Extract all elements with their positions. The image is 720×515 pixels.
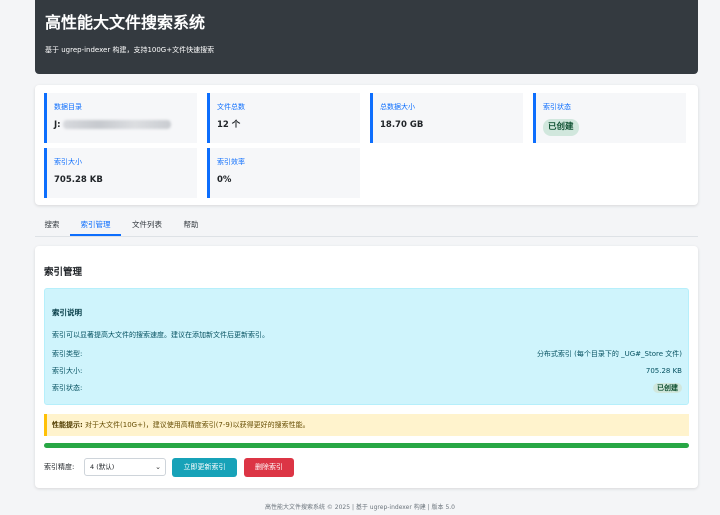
stat-value: J: (54, 119, 171, 131)
stat-label: 总数据大小 (380, 103, 415, 111)
tip-label: 性能提示: (52, 421, 83, 429)
chevron-down-icon: ⌄ (155, 463, 161, 471)
info-row-value: 分布式索引 (每个目录下的 _UG#_Store 文件) (536, 350, 682, 358)
performance-tip: 性能提示: 对于大文件(10G+)，建议使用高精度索引(7-9)以获得更好的搜索… (44, 414, 689, 436)
stats-card: 数据目录 J: 文件总数 12 个 总数据大小 18.70 GB 索引状态 已创… (35, 85, 698, 205)
stat-index-status: 索引状态 已创建 (533, 93, 686, 143)
info-row-label: 索引类型: (52, 350, 83, 358)
stat-label: 文件总数 (217, 103, 245, 111)
info-row-label: 索引大小: (52, 367, 83, 375)
precision-select[interactable]: 4 (默认) ⌄ (84, 458, 166, 476)
stat-label: 数据目录 (54, 103, 82, 111)
stat-value: 12 个 (217, 120, 241, 130)
tip-text: 对于大文件(10G+)，建议使用高精度索引(7-9)以获得更好的搜索性能。 (82, 421, 310, 429)
index-management-panel: 索引管理 索引说明 索引可以显著提高大文件的搜索速度。建议在添加新文件后更新索引… (35, 246, 698, 488)
page-title: 高性能大文件搜索系统 (45, 13, 206, 32)
status-badge: 已创建 (653, 383, 682, 393)
index-info-box: 索引说明 索引可以显著提高大文件的搜索速度。建议在添加新文件后更新索引。 索引类… (44, 288, 689, 405)
update-index-button[interactable]: 立即更新索引 (172, 458, 237, 477)
tab-search[interactable]: 搜索 (35, 214, 69, 236)
stat-value: 0% (217, 175, 232, 185)
stat-label: 索引状态 (543, 103, 571, 111)
delete-index-button[interactable]: 删除索引 (244, 458, 294, 477)
footer: 高性能大文件搜索系统 © 2025 | 基于 ugrep-indexer 构建 … (264, 504, 456, 511)
stat-data-directory: 数据目录 J: (44, 93, 197, 143)
panel-title: 索引管理 (44, 267, 83, 278)
stat-label: 索引效率 (217, 158, 245, 166)
precision-label: 索引精度: (44, 463, 75, 471)
tab-index-management[interactable]: 索引管理 (70, 214, 121, 236)
stat-label: 索引大小 (54, 158, 82, 166)
page-subtitle: 基于 ugrep-indexer 构建，支持100G+文件快速搜索 (45, 46, 215, 54)
status-badge: 已创建 (543, 119, 579, 136)
tab-file-list[interactable]: 文件列表 (125, 214, 169, 236)
progress-fill (44, 443, 689, 448)
tab-bar: 搜索 索引管理 文件列表 帮助 (35, 214, 698, 237)
info-row-index-status: 索引状态: 已创建 (52, 382, 682, 394)
precision-selected-value: 4 (默认) (90, 463, 115, 471)
info-title: 索引说明 (52, 308, 82, 317)
stat-value: 18.70 GB (380, 120, 424, 130)
stat-file-count: 文件总数 12 个 (207, 93, 360, 143)
redacted-path (62, 120, 171, 129)
info-row-index-size: 索引大小: 705.28 KB (52, 365, 682, 377)
stat-value: 705.28 KB (54, 175, 103, 185)
stat-total-size: 总数据大小 18.70 GB (370, 93, 523, 143)
info-row-index-type: 索引类型: 分布式索引 (每个目录下的 _UG#_Store 文件) (52, 348, 682, 360)
info-row-label: 索引状态: (52, 384, 83, 392)
info-row-value: 705.28 KB (645, 367, 682, 375)
info-description: 索引可以显著提高大文件的搜索速度。建议在添加新文件后更新索引。 (52, 331, 269, 339)
index-progress-bar (44, 443, 689, 448)
page-header: 高性能大文件搜索系统 基于 ugrep-indexer 构建，支持100G+文件… (35, 0, 698, 74)
tab-help[interactable]: 帮助 (178, 214, 204, 236)
stat-index-efficiency: 索引效率 0% (207, 148, 360, 198)
stat-index-size: 索引大小 705.28 KB (44, 148, 197, 198)
